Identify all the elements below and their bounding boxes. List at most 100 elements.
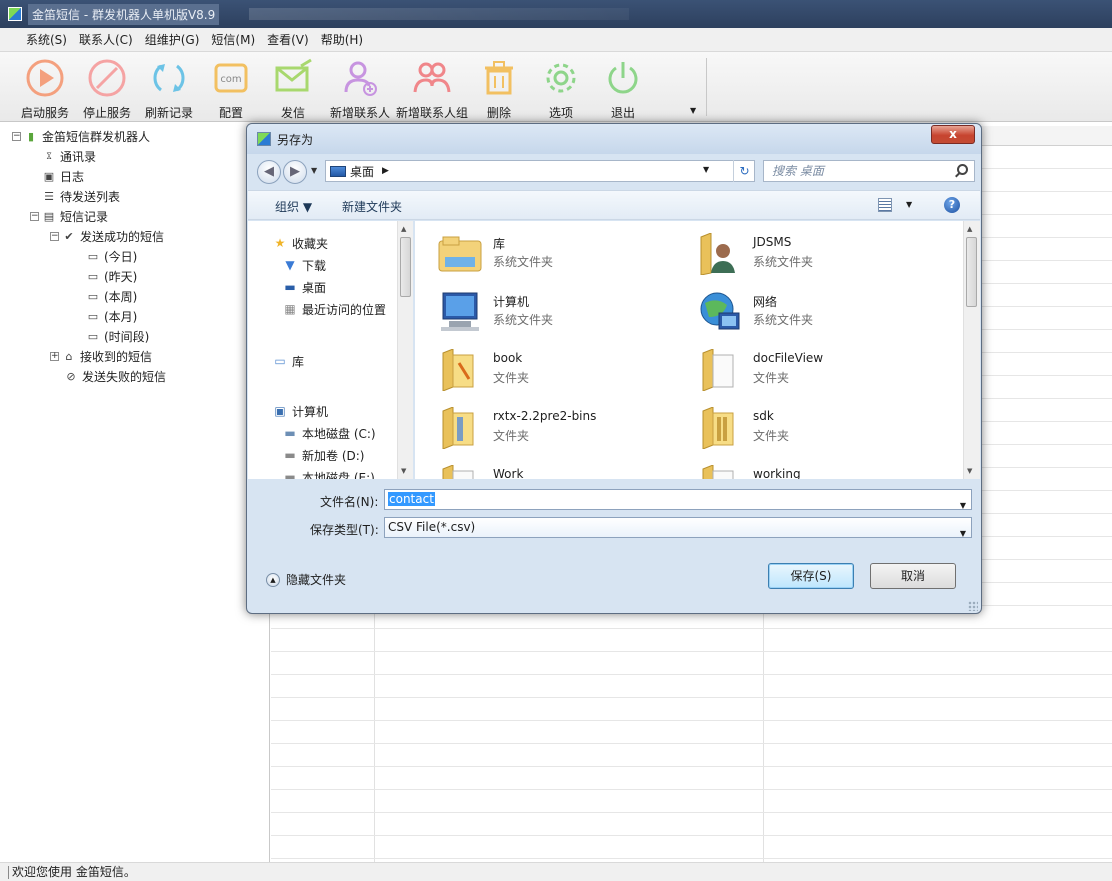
- forward-button[interactable]: ▶: [283, 160, 307, 184]
- expand-icon[interactable]: +: [50, 351, 59, 361]
- close-button[interactable]: x: [931, 125, 975, 144]
- filename-dropdown-icon[interactable]: ▼: [960, 496, 966, 515]
- file-item-network[interactable]: 网络 系统文件夹: [697, 289, 937, 345]
- tree-item-log[interactable]: ▣ 日志: [42, 166, 84, 186]
- tree-item-queue[interactable]: ☰ 待发送列表: [42, 186, 120, 206]
- cancel-button[interactable]: 取消: [870, 563, 956, 589]
- add-contact-button[interactable]: 新增联系人: [324, 52, 396, 122]
- config-button[interactable]: com 配置: [200, 52, 262, 122]
- nav-item-downloads[interactable]: ▼ 下载: [282, 255, 326, 275]
- table-row[interactable]: [271, 836, 1112, 859]
- menu-sms[interactable]: 短信(M): [205, 31, 261, 48]
- file-item-working[interactable]: working: [697, 463, 937, 479]
- search-icon[interactable]: [957, 164, 968, 175]
- failed-icon: ⊘: [66, 369, 76, 383]
- menu-groups[interactable]: 组维护(G): [139, 31, 206, 48]
- nav-item-drive-e[interactable]: ▬ 本地磁盘 (E:): [282, 467, 374, 479]
- history-dropdown-icon[interactable]: ▼: [311, 166, 317, 175]
- table-row[interactable]: [271, 790, 1112, 813]
- tree-item-sent-success[interactable]: − ✔ 发送成功的短信: [50, 226, 164, 246]
- help-icon[interactable]: ?: [944, 197, 960, 213]
- new-folder-button[interactable]: 新建文件夹: [342, 198, 402, 215]
- menu-contacts[interactable]: 联系人(C): [73, 31, 139, 48]
- tree-item-period[interactable]: ▭ (时间段): [86, 326, 150, 346]
- tree-root[interactable]: − ▮ 金笛短信群发机器人: [12, 126, 150, 146]
- table-row[interactable]: [271, 744, 1112, 767]
- collapse-icon[interactable]: −: [50, 231, 59, 241]
- back-button[interactable]: ◀: [257, 160, 281, 184]
- file-item-jdsms[interactable]: JDSMS 系统文件夹: [697, 231, 937, 287]
- start-service-button[interactable]: 启动服务: [14, 52, 76, 122]
- menu-system[interactable]: 系统(S): [20, 31, 73, 48]
- send-button[interactable]: 发信: [262, 52, 324, 122]
- file-item-libraries[interactable]: 库 系统文件夹: [437, 231, 677, 287]
- tree-item-yesterday[interactable]: ▭ (昨天): [86, 266, 138, 286]
- table-row[interactable]: [271, 675, 1112, 698]
- filetype-dropdown-icon[interactable]: ▼: [960, 524, 966, 543]
- options-button[interactable]: 选项: [530, 52, 592, 122]
- breadcrumb-chevron-icon[interactable]: ▶: [382, 166, 389, 176]
- menu-view[interactable]: 查看(V): [261, 31, 315, 48]
- filename-input[interactable]: contact ▼: [384, 489, 972, 510]
- folder-icon: [442, 465, 474, 479]
- tree-item-records[interactable]: − ▤ 短信记录: [30, 206, 108, 226]
- table-row[interactable]: [271, 767, 1112, 790]
- filetype-value: CSV File(*.csv): [388, 520, 476, 534]
- file-item-docfileview[interactable]: docFileView 文件夹: [697, 347, 937, 403]
- view-options-icon[interactable]: [878, 198, 892, 212]
- refresh-button[interactable]: ↻: [733, 160, 755, 182]
- table-row[interactable]: [271, 652, 1112, 675]
- table-row[interactable]: [271, 813, 1112, 836]
- table-row[interactable]: [271, 721, 1112, 744]
- scroll-up-icon[interactable]: ▲: [967, 225, 972, 233]
- tree-item-received[interactable]: + ⌂ 接收到的短信: [50, 346, 152, 366]
- nav-item-drive-c[interactable]: ▬ 本地磁盘 (C:): [282, 423, 375, 443]
- file-item-rxtx[interactable]: rxtx-2.2pre2-bins 文件夹: [437, 405, 677, 461]
- collapse-icon[interactable]: −: [12, 131, 21, 141]
- scroll-down-icon[interactable]: ▼: [967, 467, 972, 475]
- scroll-down-icon[interactable]: ▼: [401, 467, 406, 475]
- navigation-scrollbar[interactable]: ▲ ▼: [397, 221, 413, 479]
- nav-item-favorites[interactable]: ★ 收藏夹: [272, 233, 328, 253]
- file-list-scrollbar[interactable]: ▲ ▼: [963, 221, 980, 479]
- file-item-computer[interactable]: 计算机 系统文件夹: [437, 289, 677, 345]
- tree-item-this-week[interactable]: ▭ (本周): [86, 286, 138, 306]
- refresh-records-button[interactable]: 刷新记录: [138, 52, 200, 122]
- nav-item-libraries[interactable]: ▭ 库: [272, 351, 304, 371]
- filetype-select[interactable]: CSV File(*.csv) ▼: [384, 517, 972, 538]
- table-row[interactable]: [271, 629, 1112, 652]
- folder-icon: [702, 349, 734, 391]
- address-dropdown-icon[interactable]: ▼: [703, 165, 709, 174]
- file-item-book[interactable]: book 文件夹: [437, 347, 677, 403]
- tree-item-failed[interactable]: ⊘ 发送失败的短信: [64, 366, 166, 386]
- toolbar-overflow-arrow[interactable]: ▼: [690, 106, 696, 115]
- tree-item-contacts[interactable]: ೱ 通讯录: [42, 146, 96, 166]
- tree-item-this-month[interactable]: ▭ (本月): [86, 306, 138, 326]
- delete-button[interactable]: 删除: [468, 52, 530, 122]
- collapse-icon[interactable]: −: [30, 211, 39, 221]
- menu-help[interactable]: 帮助(H): [315, 31, 369, 48]
- resize-grip[interactable]: [968, 601, 978, 611]
- table-row[interactable]: [271, 698, 1112, 721]
- organize-menu[interactable]: 组织 ▼: [275, 198, 312, 215]
- save-button[interactable]: 保存(S): [768, 563, 854, 589]
- scroll-up-icon[interactable]: ▲: [401, 225, 406, 233]
- tree-item-today[interactable]: ▭ (今日): [86, 246, 138, 266]
- nav-item-computer[interactable]: ▣ 计算机: [272, 401, 328, 421]
- nav-item-recent[interactable]: ▦ 最近访问的位置: [282, 299, 386, 319]
- navigation-tree: − ▮ 金笛短信群发机器人 ೱ 通讯录 ▣ 日志 ☰ 待发送列表 − ▤ 短信记…: [8, 126, 270, 862]
- stop-service-button[interactable]: 停止服务: [76, 52, 138, 122]
- file-item-sdk[interactable]: sdk 文件夹: [697, 405, 937, 461]
- scroll-thumb[interactable]: [400, 237, 411, 297]
- file-item-work[interactable]: Work: [437, 463, 677, 479]
- hide-folders-toggle[interactable]: ▲ 隐藏文件夹: [266, 571, 346, 588]
- exit-button[interactable]: 退出: [592, 52, 654, 122]
- search-input[interactable]: 搜索 桌面: [763, 160, 975, 182]
- toolbar: 启动服务 停止服务 刷新记录 com 配置 发信 新增联系人 新增联系人组 删除: [0, 52, 1112, 122]
- view-dropdown-icon[interactable]: ▼: [906, 200, 912, 209]
- address-bar[interactable]: 桌面 ▶: [325, 160, 755, 182]
- nav-item-desktop[interactable]: ▬ 桌面: [282, 277, 326, 297]
- scroll-thumb[interactable]: [966, 237, 977, 307]
- nav-item-drive-d[interactable]: ▬ 新加卷 (D:): [282, 445, 364, 465]
- add-contact-group-button[interactable]: 新增联系人组: [396, 52, 468, 122]
